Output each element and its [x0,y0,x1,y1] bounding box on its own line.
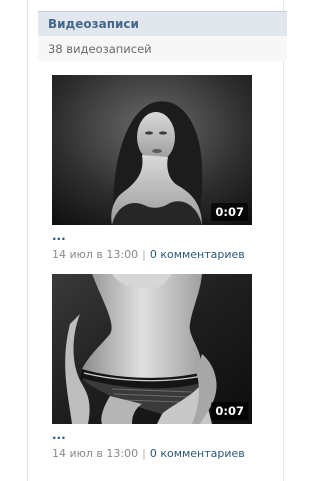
video-title-link[interactable]: ... [52,429,262,442]
meta-separator: | [142,447,146,460]
videos-page: Видеозаписи 38 видеозаписей 0:07 ... 14 … [0,0,301,481]
video-meta: 14 июл в 13:00 | 0 комментариев [52,447,262,460]
video-date: 14 июл в 13:00 [52,447,139,460]
video-thumbnail[interactable]: 0:07 [52,75,252,225]
video-date: 14 июл в 13:00 [52,248,139,261]
video-item: 0:07 ... 14 июл в 13:00 | 0 комментариев [52,274,262,460]
video-item: 0:07 ... 14 июл в 13:00 | 0 комментариев [52,75,262,261]
video-duration-badge: 0:07 [211,402,248,420]
meta-separator: | [142,248,146,261]
comments-link[interactable]: 0 комментариев [150,248,245,261]
video-thumbnail[interactable]: 0:07 [52,274,252,424]
videos-count[interactable]: 38 видеозаписей [38,36,287,61]
videos-section-header[interactable]: Видеозаписи [38,11,287,36]
video-meta: 14 июл в 13:00 | 0 комментариев [52,248,262,261]
right-divider [283,0,284,481]
section-title[interactable]: Видеозаписи [48,17,139,31]
video-title-link[interactable]: ... [52,230,262,243]
comments-link[interactable]: 0 комментариев [150,447,245,460]
video-duration-badge: 0:07 [211,203,248,221]
left-divider [27,0,28,481]
